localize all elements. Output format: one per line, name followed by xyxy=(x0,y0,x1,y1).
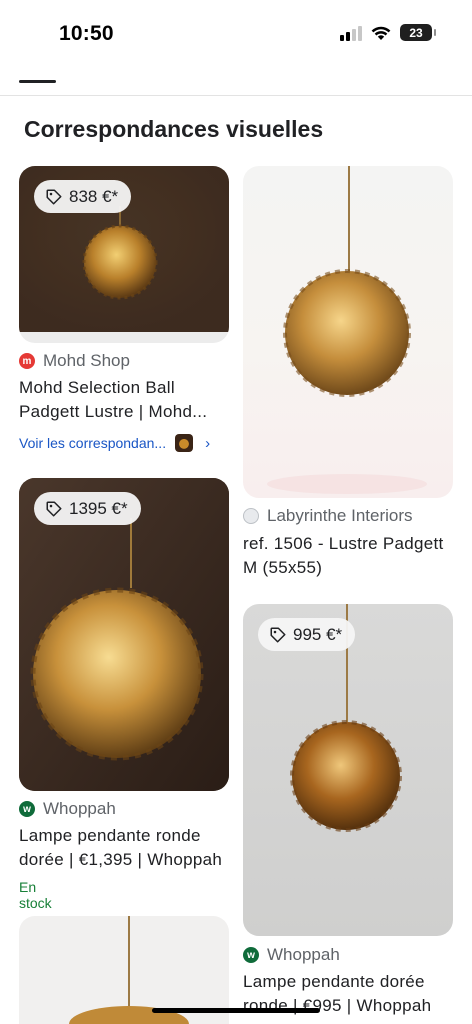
result-title-line: ref. 1506 - Lustre Padgett xyxy=(243,534,444,553)
chandelier-image xyxy=(267,166,427,494)
source-name: Labyrinthe Interiors xyxy=(267,506,413,525)
match-thumbnail xyxy=(175,434,194,452)
result-title-line: ronde | €995 | Whoppah xyxy=(243,996,432,1015)
result-source: w Whoppah xyxy=(19,799,116,819)
price-chip: 995 €* xyxy=(258,618,356,651)
result-title-line: M (55x55) xyxy=(243,558,323,577)
see-matches-label: Voir les correspondan... xyxy=(19,435,167,451)
result-image[interactable]: 995 €* xyxy=(243,604,453,936)
price-tag-icon xyxy=(46,501,62,516)
result-title-line: Lampe pendante ronde xyxy=(19,826,201,845)
result-source: Labyrinthe Interiors xyxy=(243,506,413,526)
result-title[interactable]: Mohd Selection Ball Padgett Lustre | Moh… xyxy=(19,376,234,424)
battery-indicator: 23 xyxy=(400,24,436,41)
result-source: w Whoppah xyxy=(243,945,340,965)
price-text: 995 €* xyxy=(293,624,343,644)
price-text: 838 €* xyxy=(69,186,119,206)
price-chip: 838 €* xyxy=(34,180,132,213)
stock-status: En stock xyxy=(19,879,52,911)
status-icons: 23 xyxy=(340,24,436,41)
wifi-icon xyxy=(371,26,391,40)
price-tag-icon xyxy=(46,189,62,204)
chandelier-image xyxy=(290,604,402,832)
signal-icon xyxy=(340,25,362,41)
result-image[interactable] xyxy=(243,166,453,498)
result-title[interactable]: ref. 1506 - Lustre Padgett M (55x55) xyxy=(243,532,468,580)
result-title-line: Padgett Lustre | Mohd... xyxy=(19,402,208,421)
source-name: Whoppah xyxy=(267,945,340,964)
section-title: Correspondances visuelles xyxy=(24,116,324,142)
source-name: Mohd Shop xyxy=(43,351,130,370)
result-title[interactable]: Lampe pendante ronde dorée | €1,395 | Wh… xyxy=(19,824,244,872)
source-name: Whoppah xyxy=(43,799,116,818)
result-title-line: Lampe pendante dorée xyxy=(243,972,425,991)
tabs-divider xyxy=(0,95,472,96)
status-time: 10:50 xyxy=(59,22,114,45)
price-tag-icon xyxy=(270,627,286,642)
whoppah-favicon-icon: w xyxy=(243,947,259,963)
price-text: 1395 €* xyxy=(69,498,128,518)
status-bar: 10:50 23 xyxy=(0,0,472,70)
result-title-line: Mohd Selection Ball xyxy=(19,378,175,397)
chevron-right-icon: › xyxy=(205,434,211,452)
result-image[interactable]: 1395 €* xyxy=(19,478,229,791)
whoppah-favicon-icon: w xyxy=(19,801,35,817)
active-tab-indicator[interactable] xyxy=(19,80,56,83)
globe-icon xyxy=(243,508,259,524)
see-matches-link[interactable]: Voir les correspondan... › xyxy=(19,434,210,452)
result-image[interactable]: 838 €* xyxy=(19,166,229,343)
result-title-line: dorée | €1,395 | Whoppah xyxy=(19,850,223,869)
price-chip: 1395 €* xyxy=(34,492,141,525)
mohd-favicon-icon: m xyxy=(19,353,35,369)
result-source: m Mohd Shop xyxy=(19,351,130,371)
home-indicator[interactable] xyxy=(152,1008,320,1013)
